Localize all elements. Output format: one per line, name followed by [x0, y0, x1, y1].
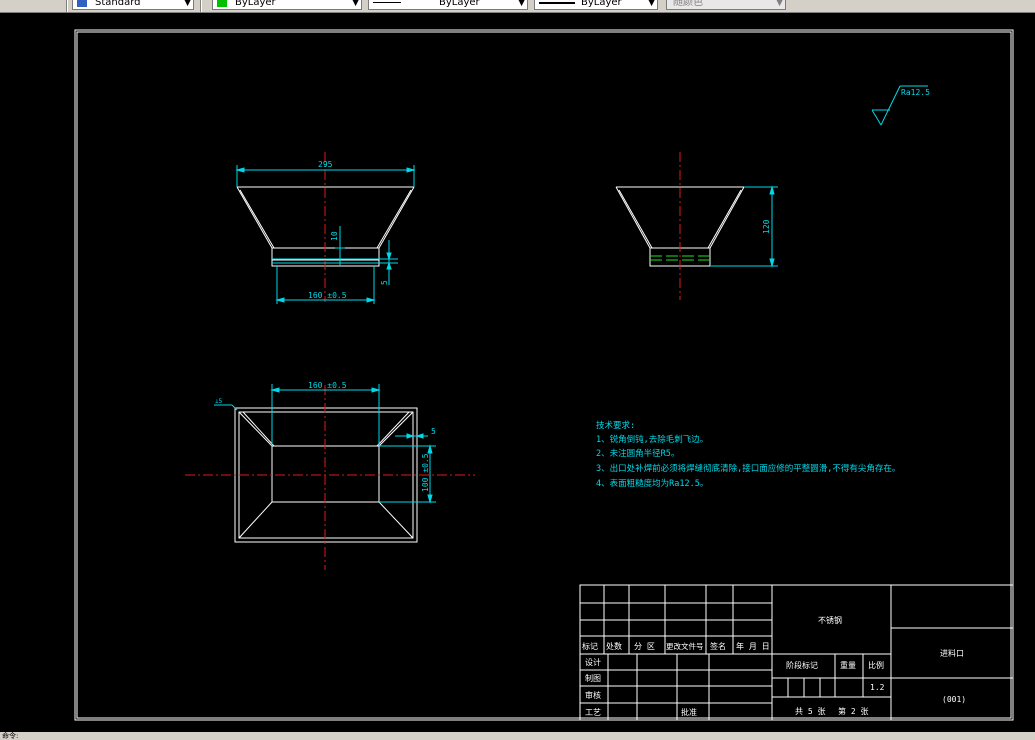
linetype-combo[interactable]: ByLayer ▼: [368, 0, 528, 10]
tech-item: 3、出口处补焊前必须将焊缝彻底清除,接口面应修的平整圆滑,不得有尖角存在。: [596, 463, 900, 474]
header-sign: 签名: [710, 641, 726, 651]
dim-top-gap: 5: [431, 427, 436, 436]
tech-requirements: 技术要求: 1、锐角倒钝,去除毛刺飞边。 2、未注圆角半径R5。 3、出口处补焊…: [596, 420, 900, 489]
weight-label: 重量: [840, 660, 856, 670]
text-style-value: Standard: [95, 0, 141, 8]
role-process: 工艺: [585, 708, 601, 717]
approve-label: 批准: [681, 707, 697, 717]
lineweight-combo[interactable]: ByLayer ▼: [534, 0, 658, 10]
drawing-number: (001): [942, 695, 966, 704]
tech-item: 1、锐角倒钝,去除毛刺飞边。: [596, 434, 708, 445]
toolbar-separator: [200, 0, 202, 12]
tech-item: 2、未注圆角半径R5。: [596, 448, 679, 459]
section-mark: ⊥5: [215, 398, 223, 405]
color-combo[interactable]: ByLayer ▼: [212, 0, 362, 10]
inner-border: [76, 31, 1012, 719]
command-line[interactable]: 命令:: [0, 732, 1035, 740]
role-draw: 制图: [585, 673, 601, 683]
dim-top-width: 295: [318, 160, 333, 169]
drawing-canvas[interactable]: 295 10 160 ±0.5 5 120 160 ±0.5 5 100 ±0.…: [0, 12, 1035, 732]
sheets-total: 共 5 张: [795, 707, 825, 716]
dim-top-depth: 100 ±0.5: [421, 453, 430, 492]
dimension-texts: 295 10 160 ±0.5 5 120 160 ±0.5 5 100 ±0.…: [215, 88, 930, 492]
header-zone: 分 区: [634, 642, 655, 651]
role-review: 审核: [585, 690, 601, 700]
header-change-doc: 更改文件号: [666, 641, 704, 651]
dim-top-width-2: 160 ±0.5: [308, 381, 347, 390]
text-style-icon: [77, 0, 87, 7]
part-name: 进料口: [940, 648, 964, 658]
sheet-number: 第 2 张: [838, 706, 868, 716]
lineweight-sample-icon: [539, 2, 575, 4]
command-prompt: 命令:: [2, 732, 19, 740]
plot-style-value: 随颜色: [673, 0, 703, 8]
chevron-down-icon[interactable]: ▼: [352, 0, 359, 9]
linetype-sample-icon: [373, 2, 401, 3]
role-design: 设计: [585, 657, 601, 667]
material-label: 不锈钢: [818, 615, 842, 625]
dim-front-offset: 5: [380, 280, 389, 285]
roughness-label: Ra12.5: [901, 88, 930, 97]
tech-item: 4、表面粗糙度均为Ra12.5。: [596, 478, 708, 489]
linetype-value: ByLayer: [439, 0, 480, 8]
chevron-down-icon[interactable]: ▼: [776, 0, 783, 9]
color-swatch-icon: [217, 0, 227, 7]
scale-value: 1.2: [870, 683, 885, 692]
dim-side-height: 120: [762, 219, 771, 234]
color-value: ByLayer: [235, 0, 276, 8]
tech-title: 技术要求:: [596, 420, 635, 431]
cad-drawing: [74, 29, 1014, 721]
dim-front-height: 10: [330, 231, 339, 241]
chevron-down-icon[interactable]: ▼: [518, 0, 525, 9]
outer-border: [74, 29, 1014, 721]
toolbar-separator: [66, 0, 68, 12]
lineweight-value: ByLayer: [581, 0, 622, 8]
stage-mark-label: 阶段标记: [786, 660, 818, 670]
text-style-combo[interactable]: Standard ▼: [72, 0, 194, 10]
header-mark: 标记: [582, 641, 598, 651]
dim-front-bottom: 160 ±0.5: [308, 291, 347, 300]
title-block-texts: 不锈钢 进料口 (001) 标记 处数 分 区 更改文件号 签名 年 月 日 设…: [582, 615, 966, 717]
chevron-down-icon[interactable]: ▼: [184, 0, 191, 9]
header-date: 年 月 日: [736, 641, 770, 651]
chevron-down-icon[interactable]: ▼: [648, 0, 655, 9]
header-count: 处数: [606, 641, 622, 651]
plot-style-combo[interactable]: 随颜色 ▼: [666, 0, 786, 10]
scale-label: 比例: [868, 660, 884, 670]
